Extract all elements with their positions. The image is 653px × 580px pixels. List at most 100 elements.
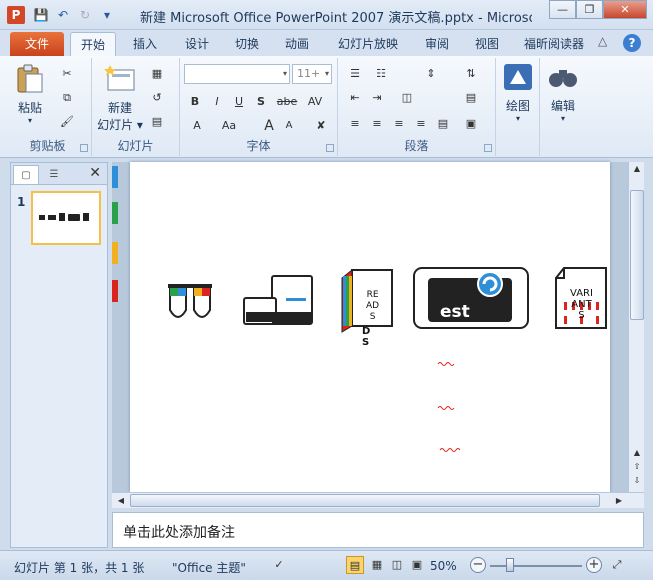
powerpoint-app-icon[interactable]: P	[7, 6, 25, 24]
test-box-icon[interactable]	[412, 266, 530, 330]
editing-button[interactable]: 编辑 ▾	[544, 62, 582, 123]
layout-icon[interactable]: ▦	[148, 66, 166, 82]
next-slide-icon[interactable]: ⇩	[629, 474, 645, 488]
slideshow-button[interactable]: ▣	[408, 556, 426, 574]
justify-icon[interactable]: ≡	[412, 116, 430, 132]
spellcheck-icon[interactable]: ✓	[270, 556, 288, 574]
lab-machine-icon[interactable]	[242, 274, 314, 328]
shrink-font-button[interactable]: A	[280, 118, 298, 134]
theme-status[interactable]: "Office 主题"	[172, 559, 246, 576]
zoom-slider-track[interactable]	[490, 565, 582, 567]
close-button[interactable]: ✕	[603, 0, 647, 19]
reset-icon[interactable]: ↺	[148, 90, 166, 106]
align-left-icon[interactable]: ≡	[346, 116, 364, 132]
editing-group: 编辑 ▾	[540, 58, 586, 156]
change-case-button[interactable]: Aa	[218, 118, 240, 134]
test-tubes-icon[interactable]	[166, 280, 218, 326]
side-marker-yellow	[112, 242, 118, 264]
smartart-icon[interactable]: ▣	[462, 116, 480, 132]
horizontal-scroll-thumb[interactable]	[130, 494, 600, 507]
spellcheck-squiggles	[437, 362, 461, 452]
fit-to-window-icon[interactable]: ⤢	[608, 556, 626, 574]
columns-icon[interactable]: ◫	[398, 90, 416, 106]
drawing-group: 绘图 ▾	[496, 58, 540, 156]
cut-icon[interactable]: ✂	[58, 66, 76, 82]
reading-view-button[interactable]: ◫	[388, 556, 406, 574]
zoom-out-button[interactable]: −	[470, 557, 486, 573]
vertical-scrollbar[interactable]: ▲ ▲ ⇧ ⇩	[628, 162, 644, 492]
outline-tab-icon[interactable]: ☰	[41, 165, 67, 184]
scroll-up-icon[interactable]: ▲	[629, 446, 645, 460]
redo-icon[interactable]: ↻	[76, 6, 94, 24]
tab-animations[interactable]: 动画	[274, 32, 320, 56]
scroll-right-icon[interactable]: ▶	[612, 493, 626, 509]
zoom-level[interactable]: 50%	[430, 559, 457, 573]
clear-format-icon[interactable]: ✘	[312, 118, 330, 134]
bullets-icon[interactable]: ☰	[346, 66, 364, 82]
char-spacing-button[interactable]: AV	[304, 94, 326, 110]
font-launcher-icon[interactable]	[326, 144, 334, 152]
copy-icon[interactable]: ⧉	[58, 90, 76, 106]
save-icon[interactable]: 💾	[32, 6, 50, 24]
status-bar: 幻灯片 第 1 张，共 1 张 "Office 主题" ✓ ▤ ▦ ◫ ▣ 50…	[0, 550, 653, 580]
tab-view[interactable]: 视图	[464, 32, 510, 56]
line-spacing-icon[interactable]: ⇕	[422, 66, 440, 82]
slide-thumbnail[interactable]	[31, 191, 101, 245]
slide-canvas[interactable]: RE AD S D S est VARI ANT S	[130, 162, 610, 492]
font-color-button[interactable]: A	[188, 118, 206, 134]
numbering-icon[interactable]: ☷	[372, 66, 390, 82]
zoom-in-button[interactable]: +	[586, 557, 602, 573]
drawing-button[interactable]: 绘图 ▾	[500, 62, 536, 123]
slide-sorter-button[interactable]: ▦	[368, 556, 386, 574]
tab-foxit-reader[interactable]: 福昕阅读器	[516, 32, 592, 56]
increase-indent-icon[interactable]: ⇥	[368, 90, 386, 106]
section-icon[interactable]: ▤	[148, 114, 166, 130]
notes-pane[interactable]: 单击此处添加备注	[112, 512, 644, 548]
bold-button[interactable]: B	[186, 94, 204, 110]
clipboard-launcher-icon[interactable]	[80, 144, 88, 152]
shapes-icon	[504, 64, 532, 90]
font-name-combo[interactable]: ▾	[184, 64, 290, 84]
tab-home[interactable]: 开始	[70, 32, 116, 56]
shadow-button[interactable]: S	[252, 94, 270, 110]
minimize-ribbon-icon[interactable]: △	[598, 34, 607, 48]
minimize-button[interactable]: —	[549, 0, 576, 19]
undo-icon[interactable]: ↶	[54, 6, 72, 24]
paragraph-launcher-icon[interactable]	[484, 144, 492, 152]
zoom-slider-knob[interactable]	[506, 558, 514, 572]
help-icon[interactable]: ?	[623, 34, 641, 52]
tab-insert[interactable]: 插入	[122, 32, 168, 56]
italic-button[interactable]: I	[208, 94, 226, 110]
window-title: 新建 Microsoft Office PowerPoint 2007 演示文稿…	[140, 11, 532, 26]
vertical-scroll-thumb[interactable]	[630, 190, 644, 320]
close-panel-icon[interactable]: ✕	[89, 165, 101, 181]
format-painter-icon[interactable]: 🖌	[58, 114, 76, 130]
horizontal-scrollbar[interactable]: ◀ ▶	[112, 492, 644, 508]
restore-button[interactable]: ❐	[576, 0, 603, 19]
normal-view-button[interactable]: ▤	[346, 556, 364, 574]
tab-slideshow[interactable]: 幻灯片放映	[330, 32, 406, 56]
text-direction-icon[interactable]: ⇅	[462, 66, 480, 82]
font-size-combo[interactable]: 11+ ▾	[292, 64, 332, 84]
strikethrough-button[interactable]: abe	[276, 94, 298, 110]
paste-icon	[17, 64, 43, 93]
tab-review[interactable]: 审阅	[414, 32, 460, 56]
new-slide-button[interactable]: 新建 幻灯片 ▾	[96, 64, 144, 133]
slides-tab-icon[interactable]: ▢	[13, 165, 39, 184]
scroll-left-icon[interactable]: ◀	[114, 493, 128, 509]
align-center-icon[interactable]: ≡	[368, 116, 386, 132]
grow-font-button[interactable]: A	[260, 118, 278, 134]
customize-qat-icon[interactable]: ▾	[98, 6, 116, 24]
distributed-icon[interactable]: ▤	[434, 116, 452, 132]
align-right-icon[interactable]: ≡	[390, 116, 408, 132]
prev-slide-icon[interactable]: ⇧	[629, 460, 645, 474]
binoculars-icon	[549, 70, 577, 87]
paste-button[interactable]: 粘贴 ▾	[10, 64, 50, 125]
tab-transitions[interactable]: 切换	[224, 32, 270, 56]
scroll-up-icon[interactable]: ▲	[629, 162, 645, 176]
tab-design[interactable]: 设计	[174, 32, 220, 56]
underline-button[interactable]: U	[230, 94, 248, 110]
decrease-indent-icon[interactable]: ⇤	[346, 90, 364, 106]
tab-file[interactable]: 文件	[10, 32, 64, 56]
align-text-icon[interactable]: ▤	[462, 90, 480, 106]
